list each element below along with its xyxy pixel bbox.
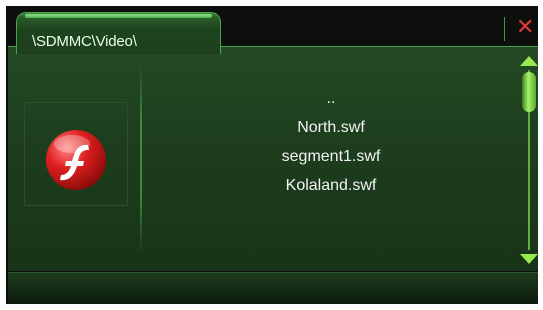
close-separator: [504, 17, 505, 41]
close-button[interactable]: ✕: [516, 16, 534, 38]
file-item[interactable]: segment1.swf: [196, 142, 466, 171]
file-item[interactable]: North.swf: [196, 113, 466, 142]
bottom-bar: [8, 272, 538, 304]
scroll-up-arrow-icon[interactable]: [520, 56, 538, 66]
device-screen: \SDMMC\Video\ ✕ .. North.swf segment1.sw…: [6, 6, 538, 304]
file-item-parent[interactable]: ..: [196, 84, 466, 113]
panel-divider: [140, 64, 142, 254]
scrollbar-thumb[interactable]: [522, 72, 536, 112]
flash-icon: [46, 130, 106, 190]
file-item[interactable]: Kolaland.swf: [196, 171, 466, 200]
file-list: .. North.swf segment1.swf Kolaland.swf: [196, 84, 466, 200]
scroll-down-arrow-icon[interactable]: [520, 254, 538, 264]
current-path: \SDMMC\Video\: [32, 33, 137, 50]
path-tab[interactable]: \SDMMC\Video\: [16, 12, 221, 54]
